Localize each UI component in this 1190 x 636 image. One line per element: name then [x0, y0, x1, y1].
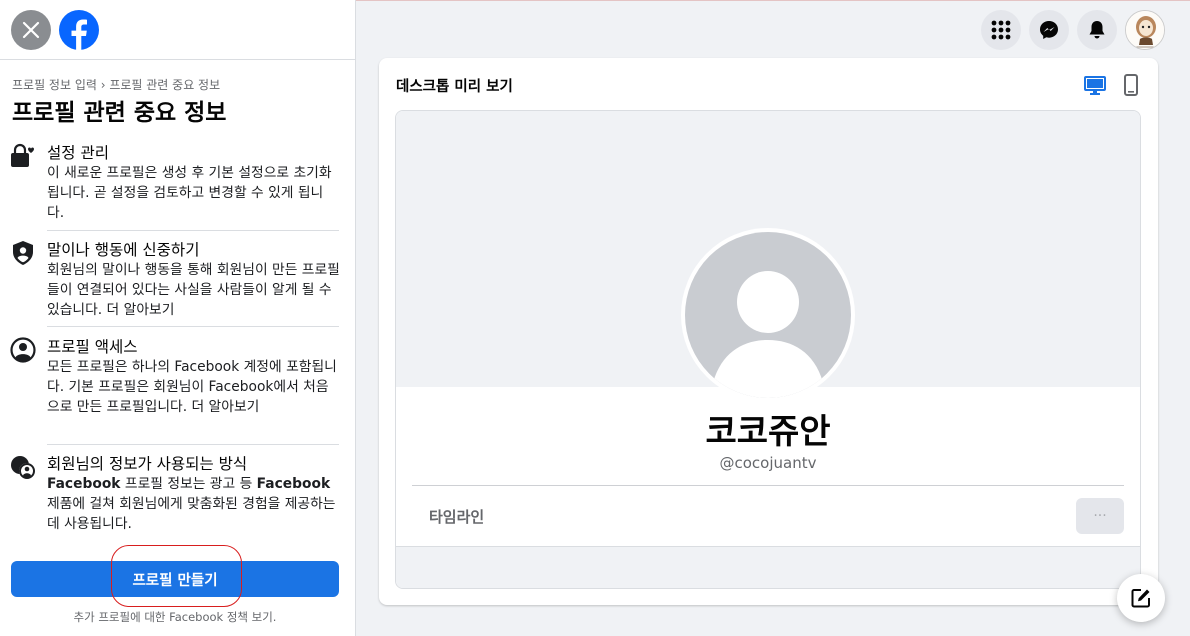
info-item-settings: 설정 관리 이 새로운 프로필은 생성 후 기본 설정으로 초기화됩니다. 곧 …: [10, 141, 340, 226]
mobile-icon[interactable]: [1119, 74, 1143, 96]
user-circle-icon: [10, 337, 36, 363]
notifications-button[interactable]: [1077, 10, 1117, 50]
desktop-icon[interactable]: [1083, 74, 1107, 96]
menu-grid-icon: [991, 20, 1011, 40]
info-item-text: 회원님의 말이나 행동을 통해 회원님이 만든 프로필들이 연결되어 있다는 사…: [47, 262, 340, 318]
info-item-careful: 말이나 행동에 신중하기 회원님의 말이나 행동을 통해 회원님이 만든 프로필…: [10, 238, 340, 323]
info-item-data-usage: 회원님의 정보가 사용되는 방식 Facebook 프로필 정보는 광고 등 F…: [10, 452, 340, 537]
facebook-logo[interactable]: [59, 10, 99, 50]
close-icon: [22, 21, 40, 39]
account-avatar[interactable]: [1125, 10, 1165, 50]
tab-timeline: 타임라인: [429, 508, 485, 526]
info-item-title: 말이나 행동에 신중하기: [47, 241, 200, 259]
menu-button[interactable]: [981, 10, 1021, 50]
info-item-title: 설정 관리: [47, 144, 109, 162]
breadcrumb: 프로필 정보 입력 › 프로필 관련 중요 정보: [12, 78, 221, 92]
preview-bottom-area: [396, 546, 1140, 588]
profile-handle: @cocojuantv: [719, 454, 817, 472]
info-item-text: 모든 프로필은 하나의 Facebook 계정에 포함됩니다. 기본 프로필은 …: [47, 359, 337, 415]
divider: [47, 326, 339, 327]
edit-button[interactable]: [1117, 574, 1165, 622]
divider: [47, 444, 339, 445]
left-sidebar: 프로필 정보 입력 › 프로필 관련 중요 정보 프로필 관련 중요 정보 설정…: [0, 0, 356, 636]
info-item-text: 이 새로운 프로필은 생성 후 기본 설정으로 초기화됩니다. 곧 설정을 검토…: [47, 165, 332, 221]
lock-heart-icon: [11, 143, 34, 167]
info-text-part: 프로필 정보는 광고 등: [120, 476, 257, 492]
info-item-text: Facebook 프로필 정보는 광고 등 Facebook 제품에 걸쳐 회원…: [47, 474, 340, 534]
profile-preview: 코코쥬안 @cocojuantv 타임라인 ···: [395, 110, 1141, 589]
more-options-button: ···: [1076, 498, 1124, 534]
create-profile-button[interactable]: 프로필 만들기: [11, 561, 339, 597]
info-text-part: 제품에 걸쳐 회원님에게 맞춤화된 경험을 제공하는 데 사용됩니다.: [47, 496, 336, 532]
info-item-title: 회원님의 정보가 사용되는 방식: [47, 455, 248, 473]
profile-name: 코코쥬안: [705, 412, 831, 452]
desktop-preview-card: 데스크톱 미리 보기 코코쥬안 @cocojuantv 타임라인 ···: [379, 58, 1158, 605]
facebook-bold-text: Facebook: [256, 476, 331, 492]
profile-data-icon: [11, 456, 35, 479]
edit-icon: [1131, 589, 1150, 608]
divider: [47, 230, 339, 231]
notification-bell-icon: [1089, 21, 1105, 39]
facebook-bold-text: Facebook: [47, 476, 121, 492]
preview-title: 데스크톱 미리 보기: [396, 79, 513, 95]
divider: [412, 485, 1124, 486]
close-button[interactable]: [11, 10, 51, 50]
messenger-button[interactable]: [1029, 10, 1069, 50]
sidebar-header: [0, 0, 356, 60]
info-item-title: 프로필 액세스: [47, 338, 138, 356]
page-title: 프로필 관련 중요 정보: [12, 100, 227, 126]
policy-link[interactable]: 추가 프로필에 대한 Facebook 정책 보기.: [0, 609, 350, 625]
avatar-illustration: [1126, 11, 1164, 49]
profile-picture-placeholder: [685, 232, 851, 398]
shield-person-icon: [13, 241, 33, 265]
messenger-icon: [1040, 21, 1058, 39]
default-avatar-icon: [710, 271, 826, 398]
info-item-access: 프로필 액세스 모든 프로필은 하나의 Facebook 계정에 포함됩니다. …: [10, 335, 340, 440]
profile-picture: [681, 228, 855, 402]
